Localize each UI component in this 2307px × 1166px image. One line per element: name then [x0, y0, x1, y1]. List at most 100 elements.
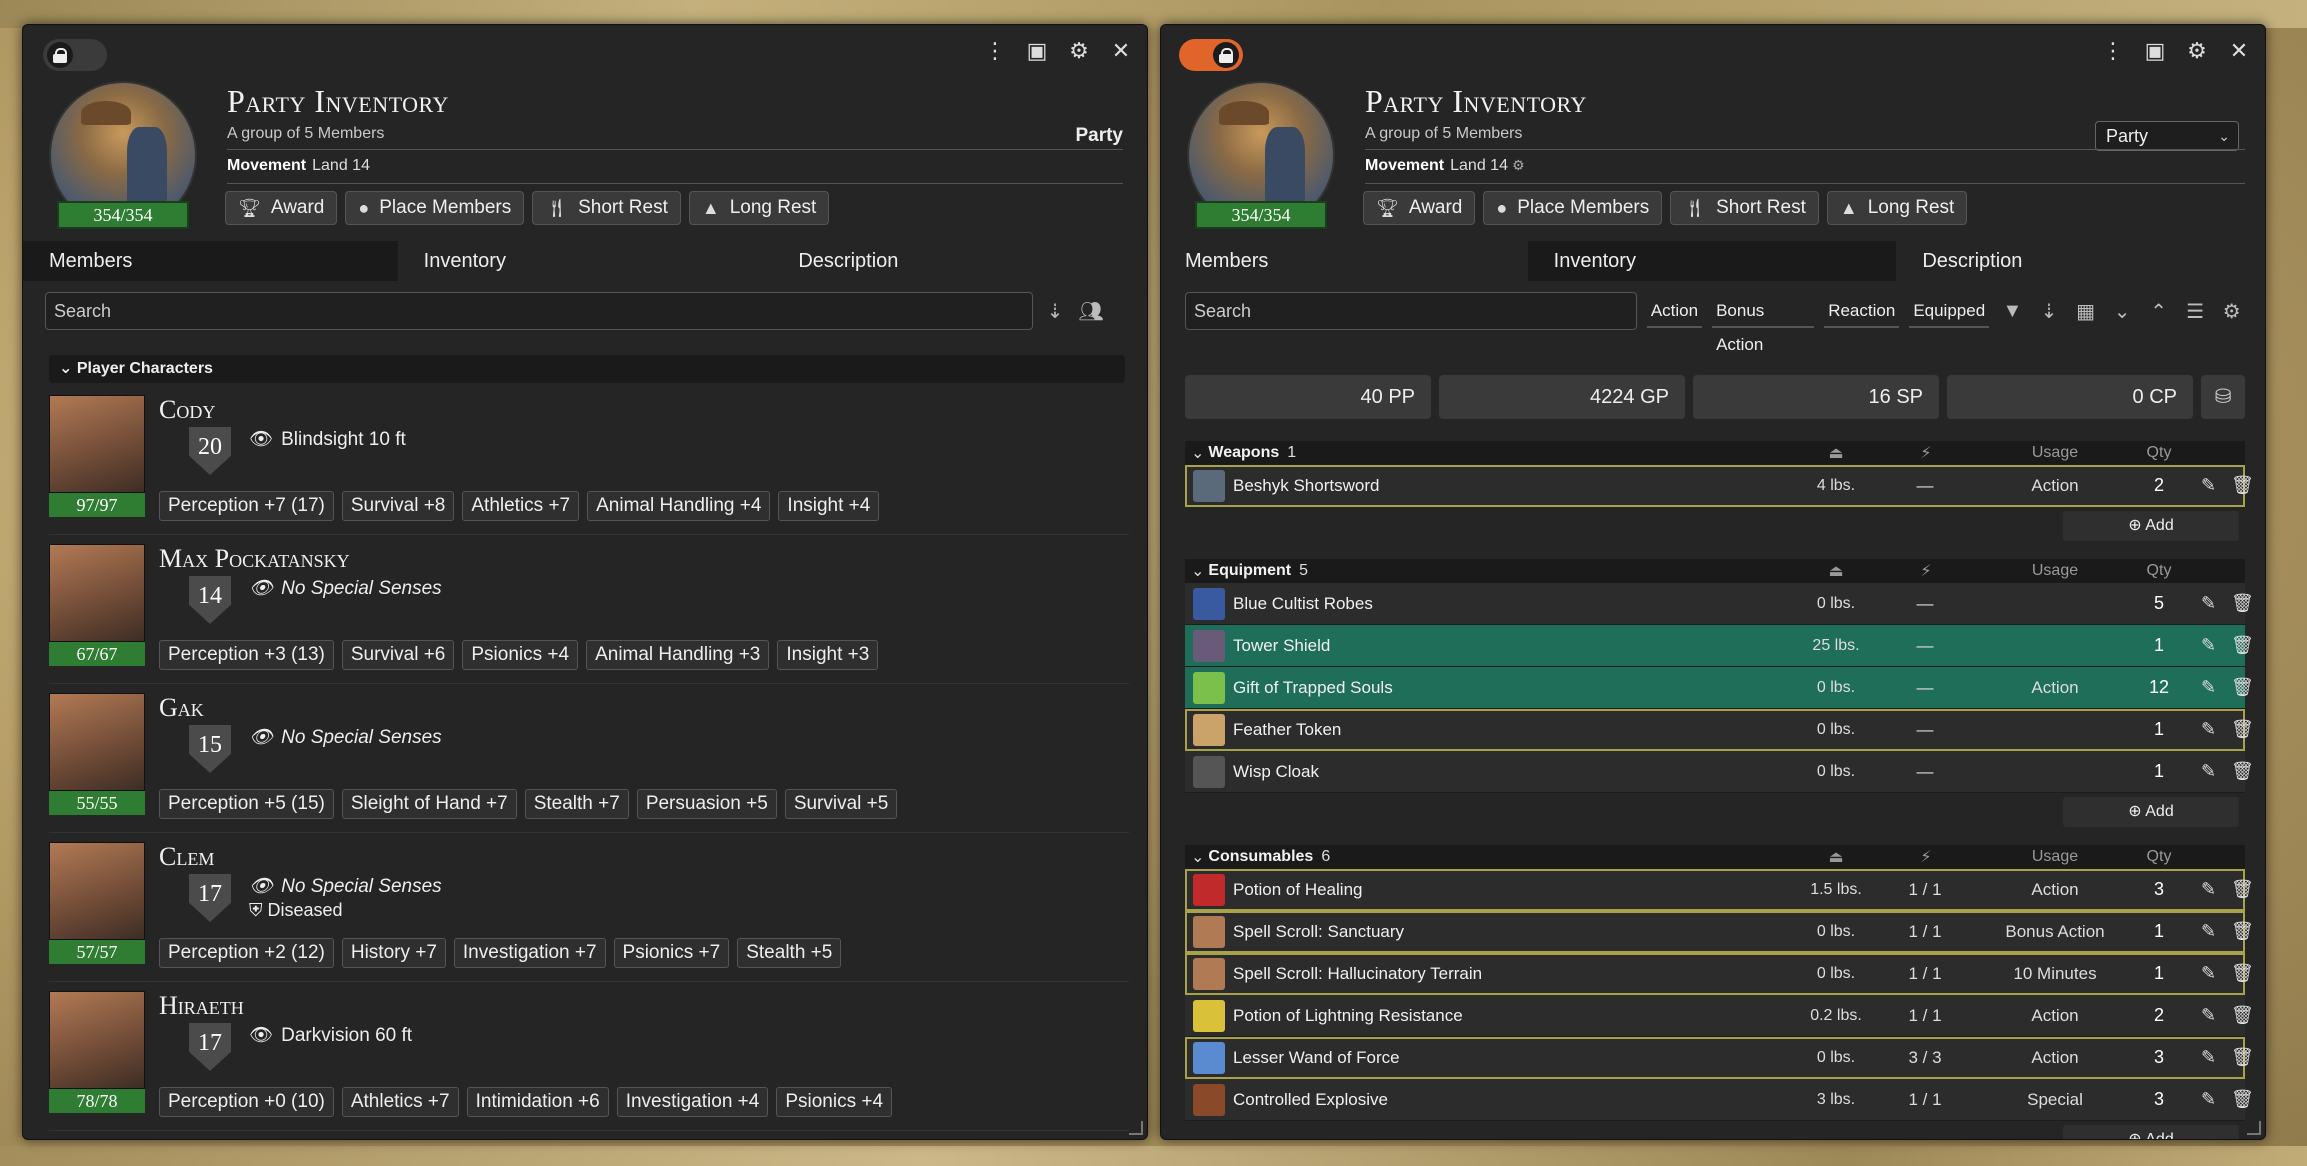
item-row[interactable]: Beshyk Shortsword 4 lbs. — Action 2 ✎ 🗑︎: [1185, 465, 2254, 507]
skill-pill[interactable]: Stealth +5: [737, 938, 842, 968]
item-uses[interactable]: 1 / 1: [1885, 1090, 1965, 1110]
section-header[interactable]: ⌄ Consumables 6 ⏏ ⚡ Usage Qty: [1185, 845, 2245, 869]
journal-icon[interactable]: ▣: [2143, 37, 2167, 65]
skill-pill[interactable]: Intimidation +6: [466, 1087, 609, 1117]
skill-pill[interactable]: Psionics +4: [462, 640, 579, 670]
member-row[interactable]: 67/67 Max Pockatansky 14 👁︎ No Special Se…: [49, 544, 1129, 684]
skill-pill[interactable]: Survival +8: [341, 491, 455, 521]
group-icon[interactable]: 👥︎: [1077, 299, 1105, 324]
item-icon[interactable]: [1193, 999, 1225, 1032]
item-icon[interactable]: [1193, 587, 1225, 620]
filter-equipped[interactable]: Equipped: [1909, 294, 1990, 328]
member-portrait[interactable]: [49, 693, 145, 791]
item-quantity[interactable]: 1: [2135, 635, 2183, 656]
long-rest-button[interactable]: ▲ Long Rest: [1826, 191, 1968, 225]
item-name[interactable]: Spell Scroll: Sanctuary: [1233, 922, 1404, 942]
trash-icon[interactable]: 🗑︎: [2231, 475, 2254, 496]
item-row[interactable]: Feather Token 0 lbs. — 1 ✎ 🗑︎: [1185, 709, 2254, 751]
journal-icon[interactable]: ▣: [1025, 37, 1049, 65]
filter-icon[interactable]: ▼: [1999, 300, 2026, 323]
trash-icon[interactable]: 🗑︎: [2231, 1089, 2254, 1110]
tab-inventory[interactable]: Inventory: [1527, 241, 1897, 281]
trash-icon[interactable]: 🗑︎: [2231, 1047, 2254, 1068]
gear-icon[interactable]: ⚙: [2185, 37, 2209, 65]
item-quantity[interactable]: 12: [2135, 677, 2183, 698]
member-name[interactable]: Hiraeth: [159, 991, 244, 1021]
item-icon[interactable]: [1193, 957, 1225, 990]
movement-config-icon[interactable]: ⚙: [1512, 157, 1525, 173]
item-icon[interactable]: [1193, 629, 1225, 662]
item-icon[interactable]: [1193, 873, 1225, 906]
item-row[interactable]: Lesser Wand of Force 0 lbs. 3 / 3 Action…: [1185, 1037, 2254, 1079]
item-icon[interactable]: [1193, 713, 1225, 746]
item-row[interactable]: Spell Scroll: Sanctuary 0 lbs. 1 / 1 Bon…: [1185, 911, 2254, 953]
more-options-icon[interactable]: ⋮: [983, 37, 1007, 65]
short-rest-button[interactable]: 🍴︎ Short Rest: [532, 191, 681, 225]
item-uses[interactable]: —: [1885, 476, 1965, 496]
item-name[interactable]: Wisp Cloak: [1233, 762, 1319, 782]
skill-pill[interactable]: Perception +3 (13): [159, 640, 334, 670]
item-quantity[interactable]: 1: [2135, 921, 2183, 942]
resize-handle[interactable]: [2247, 1121, 2261, 1135]
item-uses[interactable]: —: [1885, 720, 1965, 740]
item-quantity[interactable]: 2: [2135, 1005, 2183, 1026]
skill-pill[interactable]: Persuasion +5: [636, 789, 777, 819]
currency-gp[interactable]: 4224 GP: [1439, 375, 1685, 419]
award-button[interactable]: 🏆︎ Award: [1363, 191, 1476, 225]
sort-icon[interactable]: ⇣: [2036, 299, 2063, 324]
skill-pill[interactable]: Animal Handling +3: [586, 640, 770, 670]
item-row[interactable]: Controlled Explosive 3 lbs. 1 / 1 Specia…: [1185, 1079, 2254, 1121]
skill-pill[interactable]: Animal Handling +4: [587, 491, 771, 521]
edit-icon[interactable]: ✎: [2201, 1089, 2216, 1110]
tab-description[interactable]: Description: [1896, 241, 2265, 281]
search-input[interactable]: Search: [1185, 292, 1637, 330]
trash-icon[interactable]: 🗑︎: [2231, 593, 2254, 614]
item-icon[interactable]: [1193, 671, 1225, 704]
expand-all-icon[interactable]: ⌃: [2145, 299, 2172, 324]
trash-icon[interactable]: 🗑︎: [2231, 879, 2254, 900]
item-uses[interactable]: 1 / 1: [1885, 1006, 1965, 1026]
item-uses[interactable]: —: [1885, 762, 1965, 782]
item-row[interactable]: Potion of Lightning Resistance 0.2 lbs. …: [1185, 995, 2254, 1037]
close-icon[interactable]: ✕: [1109, 37, 1133, 65]
trash-icon[interactable]: 🗑︎: [2231, 635, 2254, 656]
trash-icon[interactable]: 🗑︎: [2231, 677, 2254, 698]
skill-pill[interactable]: Survival +6: [341, 640, 455, 670]
resize-handle[interactable]: [1129, 1121, 1143, 1135]
item-quantity[interactable]: 2: [2135, 475, 2183, 496]
edit-icon[interactable]: ✎: [2201, 677, 2216, 698]
item-uses[interactable]: —: [1885, 636, 1965, 656]
item-row[interactable]: Potion of Healing 1.5 lbs. 1 / 1 Action …: [1185, 869, 2254, 911]
skill-pill[interactable]: Perception +2 (12): [159, 938, 334, 968]
item-icon[interactable]: [1193, 1083, 1225, 1116]
member-portrait[interactable]: [49, 842, 145, 940]
item-name[interactable]: Potion of Lightning Resistance: [1233, 1006, 1463, 1026]
skill-pill[interactable]: Insight +3: [777, 640, 879, 670]
item-uses[interactable]: 1 / 1: [1885, 880, 1965, 900]
section-header[interactable]: ⌄ Weapons 1 ⏏ ⚡ Usage Qty: [1185, 441, 2245, 465]
item-name[interactable]: Blue Cultist Robes: [1233, 594, 1373, 614]
gear-icon[interactable]: ⚙: [2218, 299, 2245, 324]
item-name[interactable]: Controlled Explosive: [1233, 1090, 1388, 1110]
more-options-icon[interactable]: ⋮: [2101, 37, 2125, 65]
item-icon[interactable]: [1193, 755, 1225, 788]
currency-sp[interactable]: 16 SP: [1693, 375, 1939, 419]
member-row[interactable]: 57/57 Clem 17 👁︎ No Special Senses ⛨ Dise…: [49, 842, 1129, 982]
item-row[interactable]: Blue Cultist Robes 0 lbs. — 5 ✎ 🗑︎: [1185, 583, 2254, 625]
item-name[interactable]: Spell Scroll: Hallucinatory Terrain: [1233, 964, 1482, 984]
skill-pill[interactable]: Sleight of Hand +7: [341, 789, 517, 819]
item-icon[interactable]: [1193, 915, 1225, 948]
member-name[interactable]: Cody: [159, 395, 215, 425]
skill-pill[interactable]: Insight +4: [778, 491, 880, 521]
item-quantity[interactable]: 1: [2135, 719, 2183, 740]
item-quantity[interactable]: 5: [2135, 593, 2183, 614]
condition[interactable]: ⛨ Diseased: [249, 900, 343, 921]
skill-pill[interactable]: Perception +7 (17): [159, 491, 334, 521]
skill-pill[interactable]: Survival +5: [784, 789, 898, 819]
item-name[interactable]: Potion of Healing: [1233, 880, 1362, 900]
item-icon[interactable]: [1193, 469, 1225, 502]
item-row[interactable]: Tower Shield 25 lbs. — 1 ✎ 🗑︎: [1185, 625, 2254, 667]
award-button[interactable]: 🏆︎ Award: [225, 191, 338, 225]
gear-icon[interactable]: ⚙: [1067, 37, 1091, 65]
item-name[interactable]: Beshyk Shortsword: [1233, 476, 1379, 496]
